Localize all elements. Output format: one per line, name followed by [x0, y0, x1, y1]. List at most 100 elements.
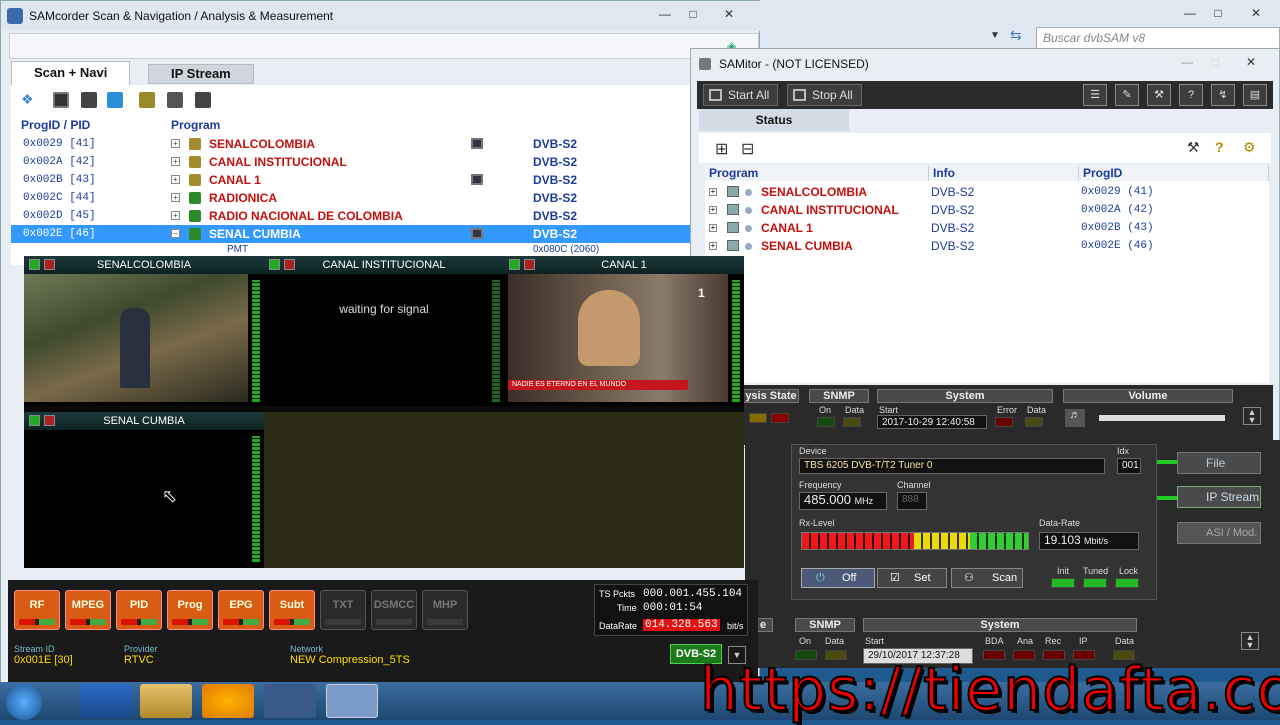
video-tile[interactable]: SENAL CUMBIA ⬁ — [24, 412, 264, 568]
list-icon[interactable]: ☰ — [1083, 84, 1107, 106]
prog-button[interactable]: Prog — [167, 590, 213, 630]
folder-tree-icon[interactable] — [139, 92, 155, 108]
record-led[interactable] — [524, 259, 535, 270]
frequency-field[interactable]: 485.000 MHz — [799, 492, 887, 510]
pmt-row[interactable]: PMT 0x080C (2060) — [11, 241, 691, 257]
minimize-button[interactable]: — — [1178, 4, 1202, 22]
monitor-icon[interactable] — [471, 138, 483, 149]
close-button[interactable]: ✕ — [1239, 53, 1263, 71]
expand-icon[interactable]: + — [171, 193, 180, 202]
tv-icon[interactable] — [53, 92, 69, 108]
subt-button[interactable]: Subt — [269, 590, 315, 630]
collapse-icon[interactable]: – — [171, 229, 180, 238]
file-button[interactable]: File — [1177, 452, 1261, 474]
volume-slider[interactable] — [1099, 415, 1225, 421]
table-row[interactable]: + CANAL 1 DVB-S2 0x002B (43) — [705, 219, 1269, 237]
minimize-button[interactable]: — — [1175, 53, 1199, 71]
pid-button[interactable]: PID — [116, 590, 162, 630]
edit-icon[interactable]: ✎ — [1115, 84, 1139, 106]
tools-icon[interactable]: ⚒ — [1187, 139, 1200, 156]
expand-all-icon[interactable] — [167, 92, 183, 108]
scroll-arrows-icon[interactable]: ▲ ▼ — [1243, 407, 1261, 425]
expand-icon[interactable]: + — [171, 139, 180, 148]
start-button[interactable] — [6, 684, 42, 720]
expand-icon[interactable]: + — [709, 224, 717, 232]
ip-stream-button[interactable]: IP Stream — [1177, 486, 1261, 508]
antenna-icon[interactable]: ❖ — [21, 92, 37, 108]
close-button[interactable]: ✕ — [717, 5, 741, 23]
maximize-button[interactable]: □ — [681, 5, 705, 23]
plug-icon[interactable]: ↯ — [1211, 84, 1235, 106]
asi-mod-button[interactable]: ASI / Mod. — [1177, 522, 1261, 544]
set-button[interactable]: ☑ Set — [877, 568, 947, 588]
monitor-icon[interactable] — [471, 174, 483, 185]
scan-button[interactable]: ⚇ Scan — [951, 568, 1023, 588]
search-input[interactable]: Buscar dvbSAM v8 — [1036, 27, 1280, 49]
tab-ip-stream[interactable]: IP Stream — [148, 64, 254, 84]
program-row[interactable]: 0x002C [44] + RADIONICA DVB-S2 — [11, 189, 691, 207]
frequency-value: 485.000 — [804, 492, 851, 507]
expand-icon[interactable]: + — [171, 157, 180, 166]
dropdown-arrow-icon[interactable]: ▼ — [990, 30, 1000, 41]
close-button[interactable]: ✕ — [1244, 4, 1268, 22]
ie-icon[interactable] — [80, 684, 132, 718]
tab-status[interactable]: Status — [699, 109, 849, 131]
program-row[interactable]: 0x002A [42] + CANAL INSTITUCIONAL DVB-S2 — [11, 153, 691, 171]
idx-field[interactable]: 001 — [1117, 458, 1141, 474]
epg-button[interactable]: EPG — [218, 590, 264, 630]
settings-icon[interactable]: ▤ — [1243, 84, 1267, 106]
video-tile[interactable]: CANAL 1 1 NADIE ES ETERNO EN EL MUNDO — [504, 256, 744, 406]
channel-field[interactable]: 888 — [897, 492, 927, 510]
play-led[interactable] — [29, 415, 40, 426]
mpeg-button[interactable]: MPEG — [65, 590, 111, 630]
table-row[interactable]: + SENALCOLOMBIA DVB-S2 0x0029 (41) — [705, 183, 1269, 201]
txt-button[interactable]: TXT — [320, 590, 366, 630]
video-tile[interactable]: SENALCOLOMBIA — [24, 256, 264, 406]
record-led[interactable] — [44, 259, 55, 270]
refresh-icon[interactable]: ⇆ — [1010, 27, 1022, 44]
expand-icon[interactable]: + — [171, 211, 180, 220]
mhp-button[interactable]: MHP — [422, 590, 468, 630]
collapse-all-icon[interactable] — [195, 92, 211, 108]
play-led[interactable] — [269, 259, 280, 270]
stop-all-button[interactable]: Stop All — [787, 84, 862, 106]
record-led[interactable] — [44, 415, 55, 426]
collapse-all-icon[interactable]: ⊟ — [741, 139, 754, 159]
table-row[interactable]: + CANAL INSTITUCIONAL DVB-S2 0x002A (42) — [705, 201, 1269, 219]
expand-icon[interactable]: + — [709, 206, 717, 214]
expand-icon[interactable]: + — [709, 188, 717, 196]
play-led[interactable] — [509, 259, 520, 270]
key-icon[interactable]: ⚙ — [1243, 139, 1256, 156]
minimize-button[interactable]: — — [653, 5, 677, 23]
device-field[interactable]: TBS 6205 DVB-T/T2 Tuner 0 — [799, 458, 1105, 474]
help-icon[interactable]: ? — [1215, 139, 1224, 155]
program-row[interactable]: 0x0029 [41] + SENALCOLOMBIA DVB-S2 — [11, 135, 691, 153]
expand-all-icon[interactable]: ⊞ — [715, 139, 728, 159]
rf-button[interactable]: RF — [14, 590, 60, 630]
expand-icon[interactable]: + — [709, 242, 717, 250]
speaker-icon[interactable]: ♬ — [1065, 409, 1085, 427]
play-led[interactable] — [29, 259, 40, 270]
maximize-button[interactable]: □ — [1203, 53, 1227, 71]
program-row[interactable]: 0x002B [43] + CANAL 1 DVB-S2 — [11, 171, 691, 189]
app-orange-icon[interactable] — [202, 684, 254, 718]
table-row[interactable]: + SENAL CUMBIA DVB-S2 0x002E (46) — [705, 237, 1269, 255]
scroll-arrows-icon[interactable]: ▲ ▼ — [1241, 632, 1259, 650]
tools-icon[interactable]: ⚒ — [1147, 84, 1171, 106]
explorer-icon[interactable] — [140, 684, 192, 718]
app-jet-icon[interactable] — [264, 684, 316, 718]
video-tile[interactable]: CANAL INSTITUCIONAL waiting for signal — [264, 256, 504, 406]
record-led[interactable] — [284, 259, 295, 270]
tab-scan-navi[interactable]: Scan + Navi — [11, 61, 131, 85]
program-row[interactable]: 0x002D [45] + RADIO NACIONAL DE COLOMBIA… — [11, 207, 691, 225]
expand-icon[interactable]: + — [171, 175, 180, 184]
start-all-button[interactable]: Start All — [703, 84, 779, 106]
grid-icon[interactable] — [81, 92, 97, 108]
monitor-icon[interactable] — [471, 228, 483, 239]
app-window-icon[interactable] — [326, 684, 378, 718]
monitor-icon[interactable] — [107, 92, 123, 108]
off-button[interactable]: ⏻ Off — [801, 568, 875, 588]
help-icon[interactable]: ? — [1179, 84, 1203, 106]
dsmcc-button[interactable]: DSMCC — [371, 590, 417, 630]
maximize-button[interactable]: □ — [1206, 4, 1230, 22]
